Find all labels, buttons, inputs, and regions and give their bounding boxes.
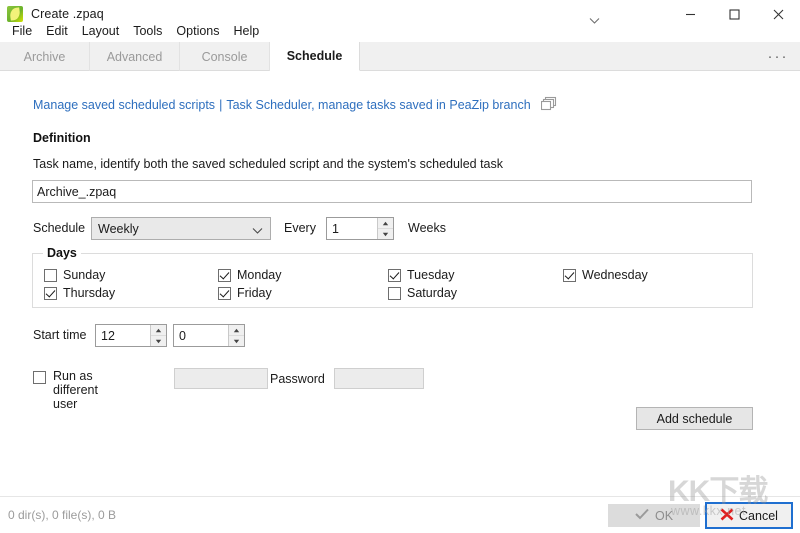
menu-item-options[interactable]: Options <box>169 22 226 40</box>
checkbox-friday-box <box>218 287 231 300</box>
status-text: 0 dir(s), 0 file(s), 0 B <box>8 508 116 522</box>
checkbox-thursday-box <box>44 287 57 300</box>
checkbox-sunday[interactable]: Sunday <box>44 268 218 282</box>
every-decrement-icon[interactable] <box>378 229 393 239</box>
checkbox-run-as-different-user[interactable] <box>33 371 46 384</box>
menu-item-layout[interactable]: Layout <box>75 22 127 40</box>
start-time-minute-value: 0 <box>174 329 228 343</box>
schedule-frequency-select[interactable]: Weekly <box>91 217 271 240</box>
tab-strip: Archive Advanced Console Schedule <box>0 42 800 71</box>
link-separator: | <box>219 98 222 112</box>
every-label: Every <box>284 221 316 235</box>
start-time-label: Start time <box>33 328 87 342</box>
task-name-input[interactable] <box>32 180 752 203</box>
every-stepper-buttons <box>377 218 393 239</box>
hour-decrement-icon[interactable] <box>151 336 166 346</box>
tab-overflow-icon[interactable]: ··· <box>764 42 792 71</box>
minute-stepper-buttons <box>228 325 244 346</box>
menu-item-tools[interactable]: Tools <box>126 22 169 40</box>
days-groupbox: Days Sunday Monday Tuesday Wednesday <box>32 253 753 308</box>
chevron-down-options-icon[interactable] <box>589 12 600 30</box>
checkbox-sunday-box <box>44 269 57 282</box>
checkbox-saturday-box <box>388 287 401 300</box>
checkbox-friday-label: Friday <box>237 286 272 300</box>
cancel-button[interactable]: Cancel <box>705 502 793 529</box>
start-time-hour-value: 12 <box>96 329 150 343</box>
tab-console[interactable]: Console <box>180 42 270 71</box>
every-stepper[interactable]: 1 <box>326 217 394 240</box>
tab-bar: Archive Advanced Console Schedule ··· <box>0 42 800 71</box>
ok-button-label: OK <box>655 509 673 523</box>
days-legend: Days <box>43 246 81 260</box>
definition-heading: Definition <box>33 131 91 145</box>
weeks-unit-label: Weeks <box>408 221 446 235</box>
checkbox-tuesday[interactable]: Tuesday <box>388 268 563 282</box>
checkbox-monday[interactable]: Monday <box>218 268 388 282</box>
run-as-user-input[interactable] <box>174 368 268 389</box>
cancel-button-label: Cancel <box>739 509 778 523</box>
hour-increment-icon[interactable] <box>151 325 166 336</box>
menu-item-file[interactable]: File <box>5 22 39 40</box>
start-time-minute-stepper[interactable]: 0 <box>173 324 245 347</box>
menu-bar: File Edit Layout Tools Options Help <box>0 20 800 42</box>
manage-scripts-link[interactable]: Manage saved scheduled scripts <box>33 98 215 112</box>
checkbox-thursday-label: Thursday <box>63 286 115 300</box>
checkbox-monday-box <box>218 269 231 282</box>
window-title: Create .zpaq <box>31 7 104 21</box>
links-row: Manage saved scheduled scripts | Task Sc… <box>33 96 557 114</box>
task-scheduler-link[interactable]: Task Scheduler, manage tasks saved in Pe… <box>226 98 530 112</box>
every-increment-icon[interactable] <box>378 218 393 229</box>
checkbox-wednesday-label: Wednesday <box>582 268 648 282</box>
minute-increment-icon[interactable] <box>229 325 244 336</box>
menu-item-help[interactable]: Help <box>227 22 267 40</box>
checkbox-saturday[interactable]: Saturday <box>388 286 563 300</box>
cross-icon <box>720 508 734 524</box>
checkbox-tuesday-label: Tuesday <box>407 268 454 282</box>
checkbox-wednesday[interactable]: Wednesday <box>563 268 733 282</box>
menu-item-edit[interactable]: Edit <box>39 22 75 40</box>
checkbox-wednesday-box <box>563 269 576 282</box>
checkbox-sunday-label: Sunday <box>63 268 105 282</box>
password-label: Password <box>270 372 325 386</box>
chevron-down-icon <box>252 224 263 238</box>
peazip-create-archive-window: Create .zpaq File Edit Layout Tools Opti… <box>0 0 800 533</box>
start-time-hour-stepper[interactable]: 12 <box>95 324 167 347</box>
schedule-frequency-value: Weekly <box>98 222 139 236</box>
tab-archive[interactable]: Archive <box>0 42 90 71</box>
checkbox-monday-label: Monday <box>237 268 281 282</box>
tab-advanced[interactable]: Advanced <box>90 42 180 71</box>
hour-stepper-buttons <box>150 325 166 346</box>
checkbox-friday[interactable]: Friday <box>218 286 388 300</box>
ok-button[interactable]: OK <box>608 504 700 527</box>
schedule-label: Schedule <box>33 221 85 235</box>
task-name-hint: Task name, identify both the saved sched… <box>33 157 503 171</box>
checkbox-thursday[interactable]: Thursday <box>44 286 218 300</box>
checkbox-saturday-label: Saturday <box>407 286 457 300</box>
schedule-panel: Manage saved scheduled scripts | Task Sc… <box>0 71 800 496</box>
tab-schedule[interactable]: Schedule <box>270 42 360 71</box>
days-grid: Sunday Monday Tuesday Wednesday Thursday <box>44 268 744 300</box>
add-schedule-button[interactable]: Add schedule <box>636 407 753 430</box>
copy-windows-icon[interactable] <box>541 96 557 114</box>
check-icon <box>635 508 649 523</box>
minute-decrement-icon[interactable] <box>229 336 244 346</box>
checkbox-tuesday-box <box>388 269 401 282</box>
run-as-label: Run as different user <box>53 369 98 411</box>
run-as-password-input[interactable] <box>334 368 424 389</box>
every-value: 1 <box>327 222 377 236</box>
